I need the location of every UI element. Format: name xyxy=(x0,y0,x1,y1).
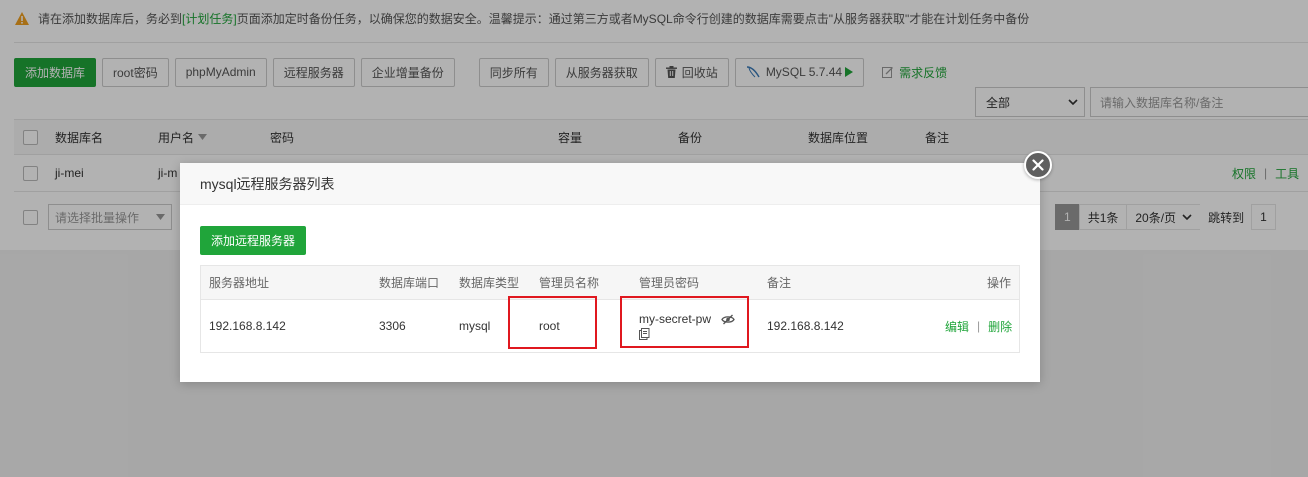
highlight-box-admin-name xyxy=(508,296,597,349)
column-header: 服务器地址 xyxy=(209,276,270,290)
column-header: 备注 xyxy=(767,276,792,290)
database-type: mysql xyxy=(459,319,491,333)
add-remote-server-button[interactable]: 添加远程服务器 xyxy=(200,226,307,255)
row-actions: 编辑 | 删除 xyxy=(945,300,1012,352)
edit-link[interactable]: 编辑 xyxy=(945,318,969,335)
action-separator: | xyxy=(977,319,981,333)
remote-server-table-header: 服务器地址 数据库端口 数据库类型 管理员名称 管理员密码 备注 操作 xyxy=(201,266,1019,300)
column-header: 操作 xyxy=(987,276,1012,290)
remote-server-table: 服务器地址 数据库端口 数据库类型 管理员名称 管理员密码 备注 操作 192.… xyxy=(200,265,1020,353)
highlight-box-admin-password xyxy=(620,296,749,348)
server-address: 192.168.8.142 xyxy=(209,319,286,333)
delete-link[interactable]: 删除 xyxy=(988,318,1012,335)
close-icon[interactable] xyxy=(1024,151,1052,179)
column-header: 管理员密码 xyxy=(639,276,700,290)
table-row: 192.168.8.142 3306 mysql root my-secret-… xyxy=(201,300,1019,352)
column-header: 数据库类型 xyxy=(459,276,520,290)
modal-title: mysql远程服务器列表 xyxy=(180,163,1040,205)
server-remark: 192.168.8.142 xyxy=(767,319,844,333)
remote-server-modal: mysql远程服务器列表 添加远程服务器 服务器地址 数据库端口 数据库类型 管… xyxy=(180,151,1052,382)
column-header: 管理员名称 xyxy=(539,276,600,290)
column-header: 数据库端口 xyxy=(379,276,440,290)
database-port: 3306 xyxy=(379,319,406,333)
